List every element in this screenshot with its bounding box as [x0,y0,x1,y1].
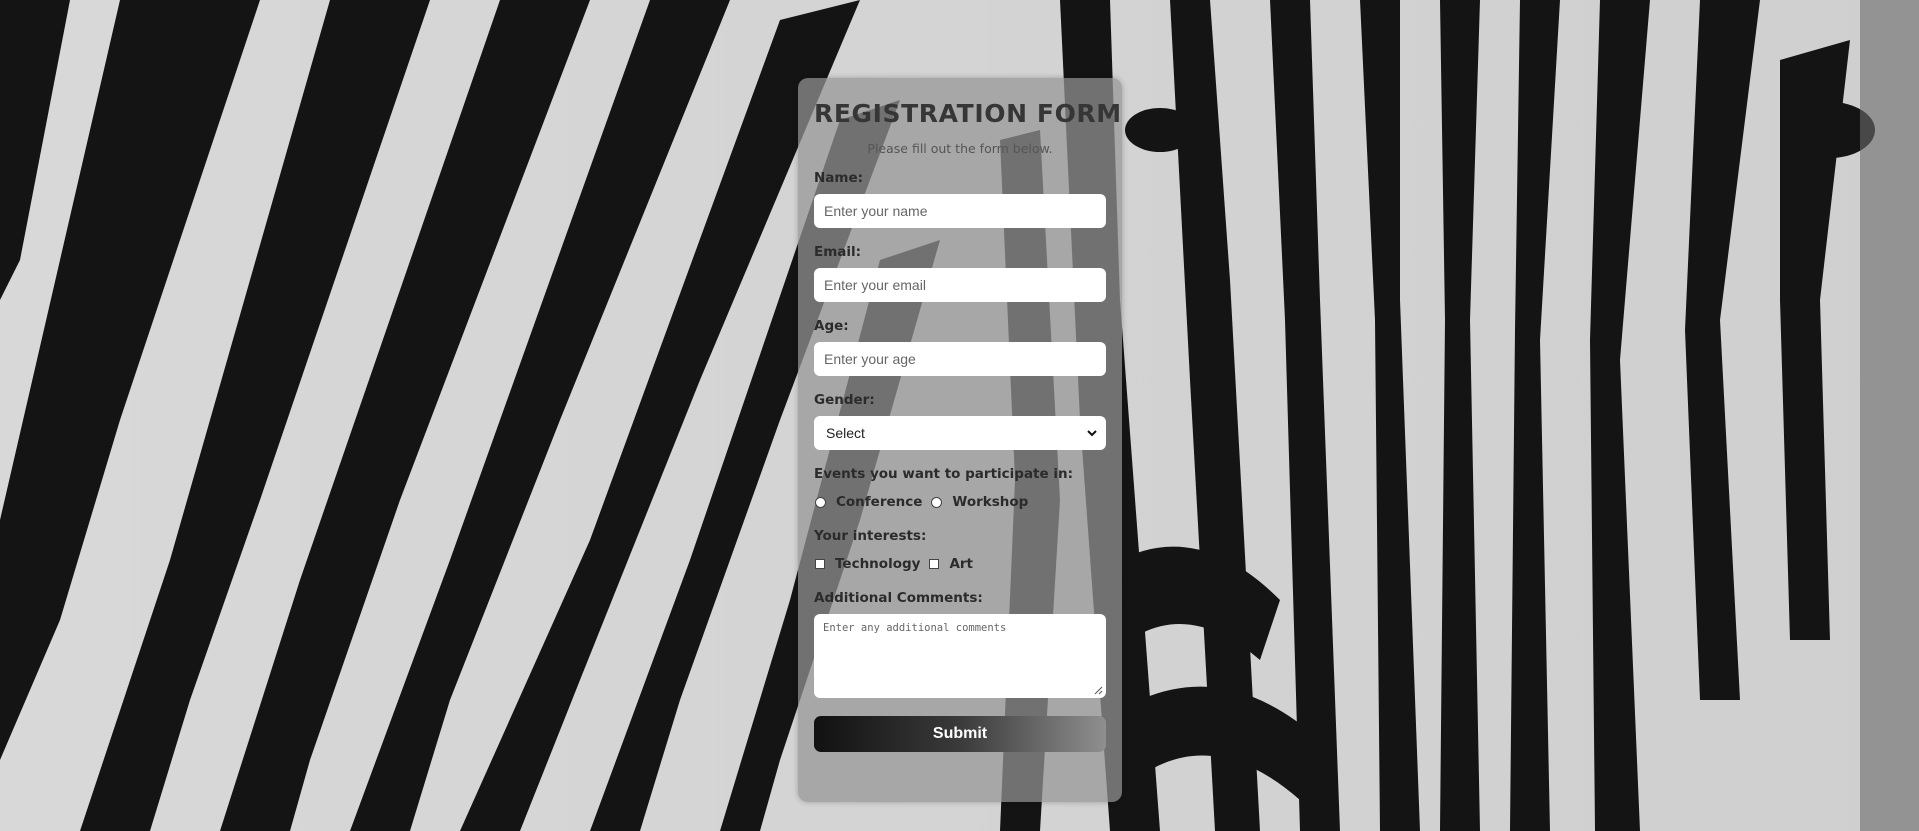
comments-label: Additional Comments: [814,590,983,606]
events-label: Events you want to participate in: [814,466,1073,482]
gender-label: Gender: [814,392,875,408]
form-subtitle: Please fill out the form below. [867,141,1053,156]
conference-label: Conference [836,494,923,510]
name-field[interactable] [814,194,1106,228]
workshop-label: Workshop [952,494,1029,510]
age-label: Age: [814,318,849,334]
submit-button[interactable]: Submit [814,716,1106,752]
resize-grip-icon[interactable] [1093,685,1103,695]
workshop-radio[interactable] [931,496,943,508]
comments-wrap [814,614,1106,698]
conference-radio[interactable] [815,496,826,508]
art-checkbox[interactable] [929,559,940,569]
events-options: Conference Workshop [814,490,1106,514]
email-label: Email: [814,244,862,260]
comments-textarea[interactable] [814,614,1106,698]
age-field[interactable] [814,342,1106,376]
technology-checkbox[interactable] [815,559,825,569]
email-field[interactable] [814,268,1106,302]
registration-form-card: REGISTRATION FORM Please fill out the fo… [798,78,1122,802]
name-label: Name: [814,170,864,186]
technology-label: Technology [835,556,921,572]
interests-options: Technology Art [814,552,1106,576]
chevron-down-icon [1087,430,1097,437]
gender-select[interactable]: Select [814,416,1106,450]
interests-label: Your interests: [814,528,927,544]
art-label: Art [949,556,973,572]
form-title: REGISTRATION FORM [814,99,1122,128]
gender-select-value[interactable]: Select [814,416,1106,450]
